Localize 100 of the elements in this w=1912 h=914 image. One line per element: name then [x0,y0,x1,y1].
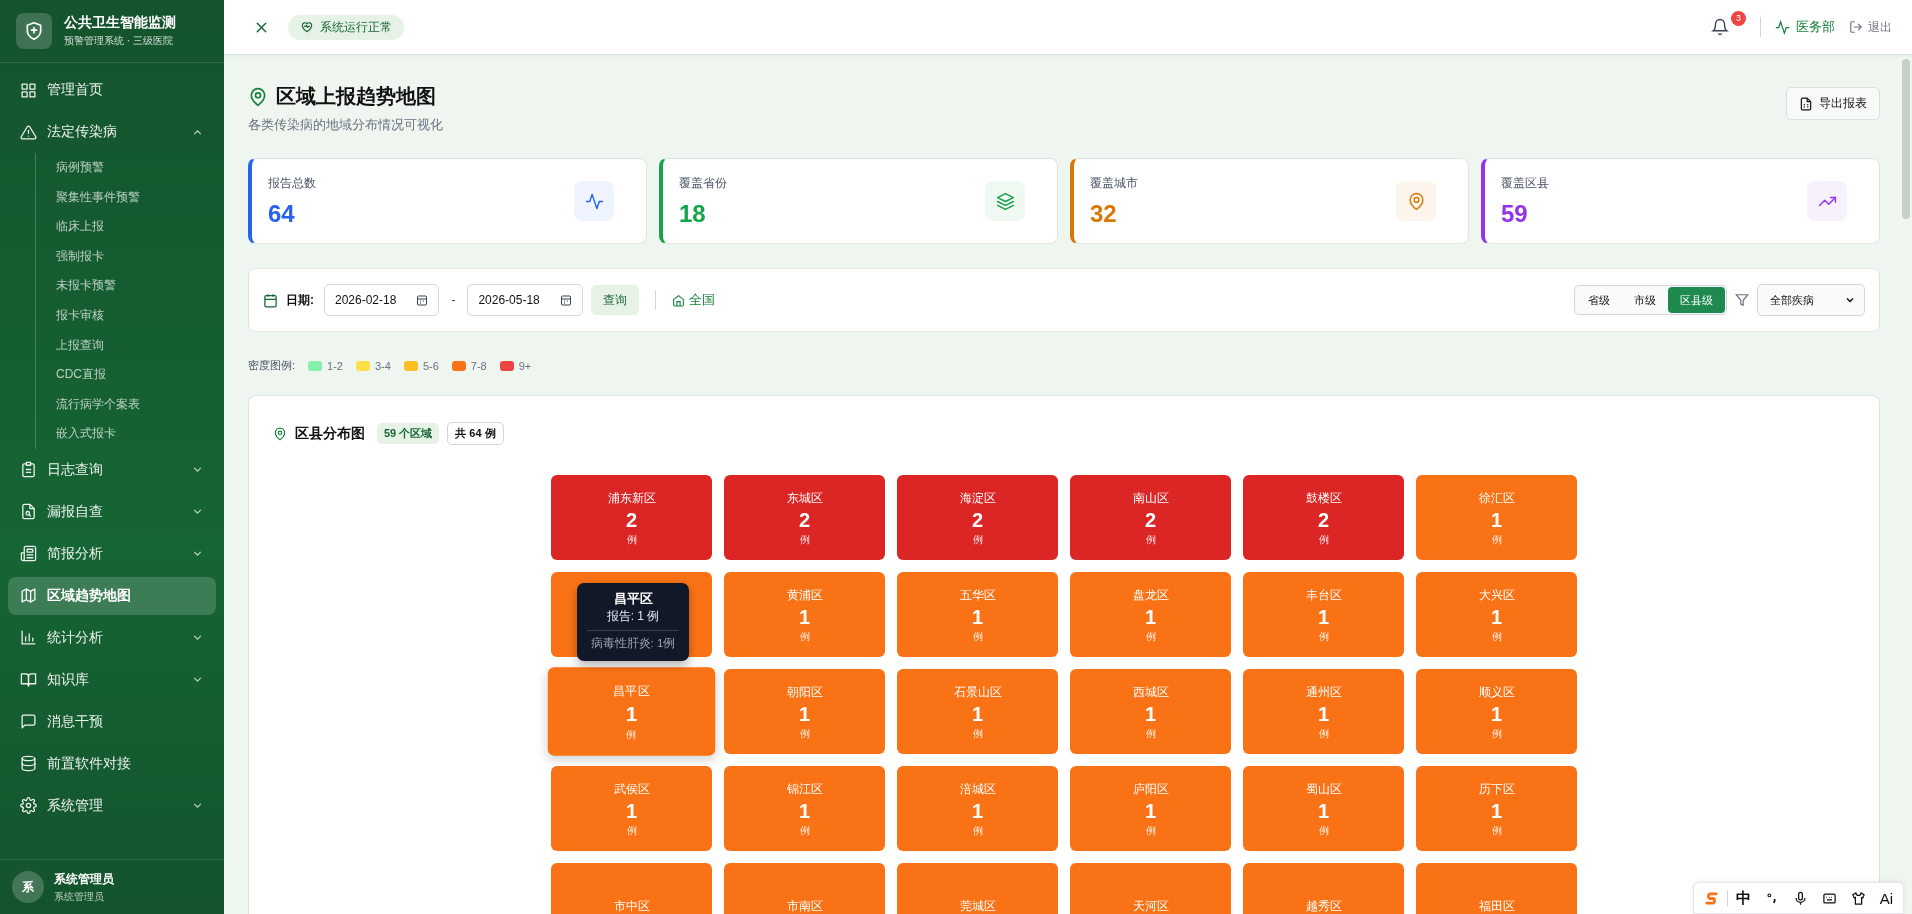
trend-up-icon [1807,181,1847,221]
ai-button[interactable]: Ai [1879,889,1893,907]
region-tile[interactable]: 越秀区 [1243,863,1404,914]
user-name: 系统管理员 [54,870,114,888]
region-tile[interactable]: 鼓楼区 2 例 [1243,475,1404,560]
level-tab[interactable]: 省级 [1576,287,1622,313]
page-title: 区域上报趋势地图 [276,84,436,109]
region-tile[interactable]: 涪城区 1 例 [897,766,1058,851]
region-tile[interactable]: 锦江区 1 例 [724,766,885,851]
query-button[interactable]: 查询 [590,285,639,315]
bar-chart-icon [20,629,37,647]
region-tile[interactable]: 石景山区 1 例 [897,669,1058,754]
region-tile[interactable]: 莞城区 [897,863,1058,914]
region-tile[interactable]: 浦东新区 2 例 [551,475,712,560]
calendar-icon [263,292,278,308]
calendar-icon [559,294,572,306]
logout-button[interactable]: 退出 [1849,18,1892,36]
region-tile[interactable]: 历下区 1 例 [1416,766,1577,851]
nav-item[interactable]: 管理首页 [8,71,216,109]
region-count-badge: 59 个区域 [377,423,440,444]
keyboard-icon[interactable] [1821,890,1837,906]
tooltip-report: 报告: 1 例 [587,608,679,631]
legend-text: 3-4 [374,359,391,372]
submenu-item[interactable]: 报卡审核 [56,300,216,331]
settings-icon [20,797,37,815]
map-title: 区县分布图 [295,424,365,443]
region-tile[interactable]: 昌平区 1 例 [547,667,716,756]
notification-badge: 3 [1731,10,1746,26]
nav-item[interactable]: 统计分析 [8,618,216,657]
region-tile[interactable]: 大兴区 1 例 [1416,572,1577,657]
heart-pulse-icon [300,20,314,34]
stat-label: 覆盖省份 [679,174,727,192]
region-tile[interactable]: 福田区 [1416,863,1577,914]
level-tab[interactable]: 市级 [1622,287,1668,313]
department-link[interactable]: 医务部 [1775,18,1835,36]
region-tile[interactable]: 庐阳区 1 例 [1070,766,1231,851]
submenu-item[interactable]: 嵌入式报卡 [56,419,216,449]
warning-icon [20,123,37,141]
region-tile[interactable]: 通州区 1 例 [1243,669,1404,754]
nav-item[interactable]: 消息干预 [8,702,216,741]
region-tile[interactable]: 西城区 1 例 [1070,669,1231,754]
region-tile[interactable]: 南山区 2 例 [1070,475,1231,560]
activity-icon [1775,19,1790,35]
date-input[interactable]: 2026-02-18 [324,284,440,316]
nav-item[interactable]: 漏报自查 [8,492,216,531]
region-tile[interactable]: 黄浦区 1 例 [724,572,885,657]
submenu-item[interactable]: 未报卡预警 [56,271,216,301]
region-tile[interactable]: 市南区 [724,863,885,914]
stat-label: 覆盖区县 [1501,174,1549,192]
activity-icon [574,181,614,221]
region-tile[interactable]: 徐汇区 1 例 [1416,475,1577,560]
region-tile[interactable]: 蜀山区 1 例 [1243,766,1404,851]
region-tile[interactable]: 市中区 [551,863,712,914]
location-pin-icon [248,86,268,107]
legend-label: 密度图例: [248,358,296,373]
export-button[interactable]: 导出报表 [1786,87,1880,120]
level-tab[interactable]: 区县级 [1668,287,1725,313]
home-icon [671,293,685,307]
submenu-item[interactable]: 病例预警 [56,153,216,183]
nationwide-link[interactable]: 全国 [671,291,715,309]
clipboard-icon [20,461,37,479]
region-tile[interactable]: 天河区 [1070,863,1231,914]
layers-icon [985,181,1025,221]
submenu-item[interactable]: 强制报卡 [56,241,216,272]
nav-item[interactable]: 知识库 [8,660,216,699]
stat-value: 64 [268,199,296,228]
region-tile[interactable]: 东城区 2 例 [724,475,885,560]
region-tile[interactable]: 海淀区 2 例 [897,475,1058,560]
region-tile[interactable]: 朝阳区 1 例 [724,669,885,754]
region-tile[interactable]: 盘龙区 1 例 [1070,572,1231,657]
nav-item[interactable]: 系统管理 [8,786,216,825]
region-tile[interactable]: 丰台区 1 例 [1243,572,1404,657]
submenu-item[interactable]: 聚集性事件预警 [56,182,216,213]
nav-item[interactable]: 区域趋势地图 [8,576,216,615]
region-tile[interactable]: 武侯区 1 例 [551,766,712,851]
user-avatar: 系 [12,871,44,903]
nav-item[interactable]: 简报分析 [8,534,216,573]
disease-select[interactable]: 全部疾病 [1757,284,1865,316]
filter-icon [1735,293,1749,307]
stat-label: 覆盖城市 [1090,174,1138,192]
scrollbar-thumb[interactable] [1902,59,1910,219]
shield-logo-icon [16,13,52,49]
nav-item[interactable]: 前置软件对接 [8,744,216,783]
stat-value: 32 [1090,199,1118,228]
punctuation-icon[interactable] [1764,891,1779,905]
submenu-item[interactable]: CDC直报 [56,360,216,390]
nav-item[interactable]: 日志查询 [8,450,216,489]
logout-icon [1849,20,1863,34]
region-tile[interactable]: 顺义区 1 例 [1416,669,1577,754]
submenu-item[interactable]: 上报查询 [56,330,216,361]
submenu-item[interactable]: 临床上报 [56,212,216,242]
input-mode-toggle[interactable]: 中 [1735,888,1751,908]
date-label: 日期: [286,291,314,309]
submenu-item[interactable]: 流行病学个案表 [56,389,216,420]
range-separator: - [451,293,456,307]
book-icon [20,671,37,689]
region-tile[interactable]: 五华区 1 例 [897,572,1058,657]
nav-item[interactable]: 法定传染病 [8,113,216,151]
date-input[interactable]: 2026-05-18 [467,284,583,316]
shirt-icon[interactable] [1850,890,1866,906]
